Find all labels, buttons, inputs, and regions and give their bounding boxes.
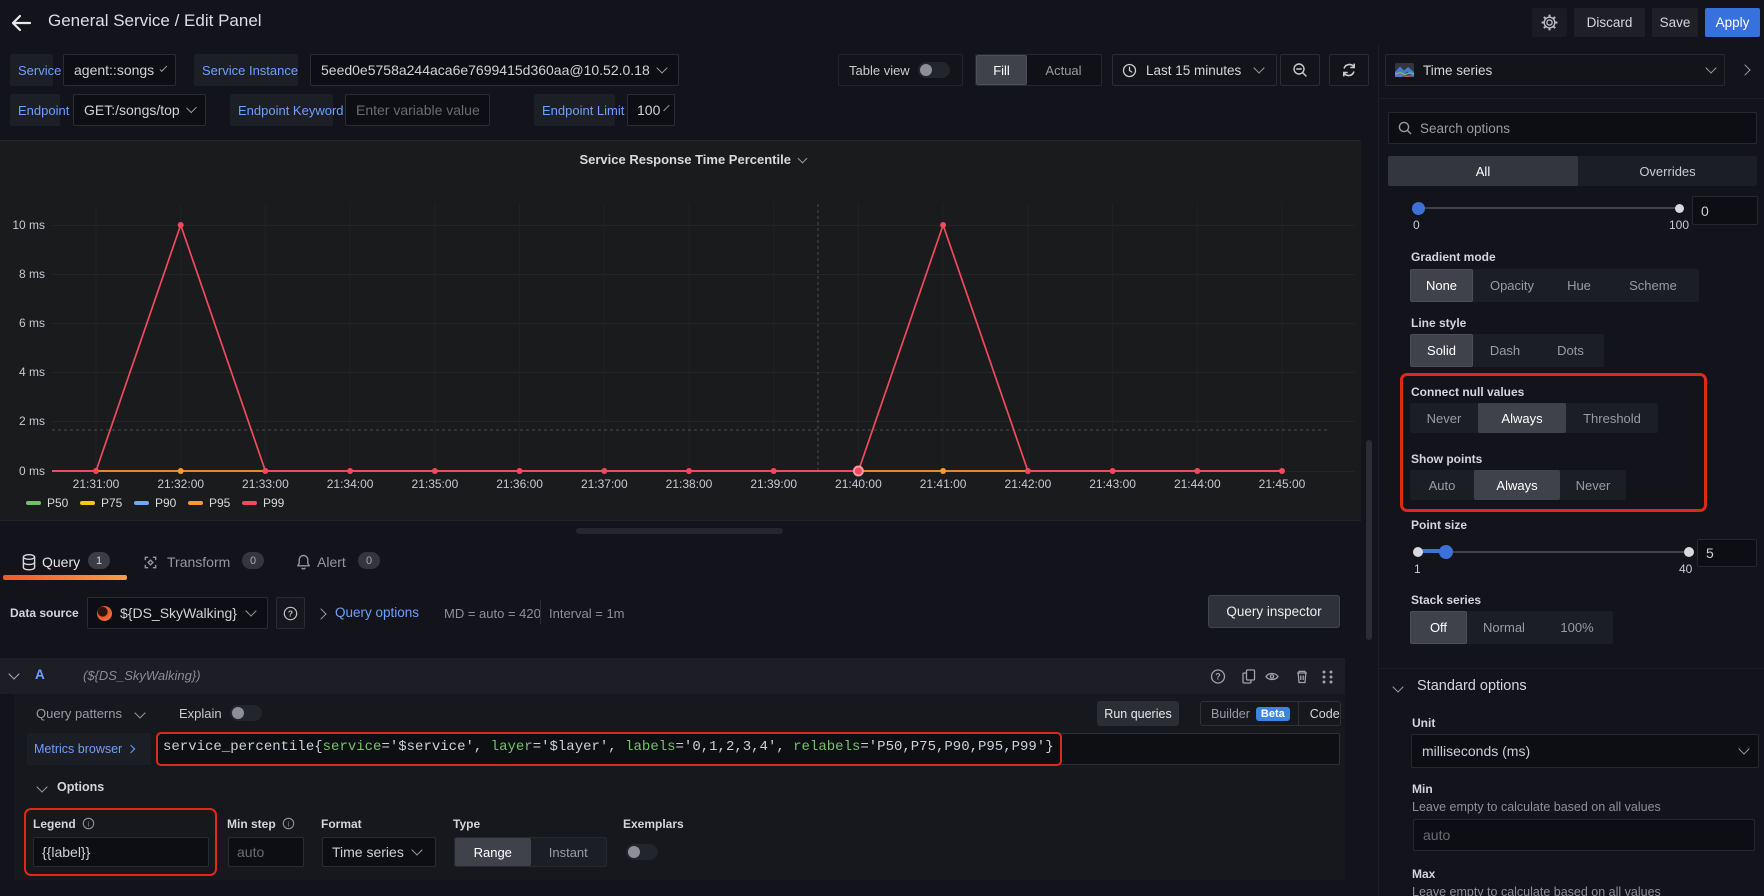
svg-text:?: ? (288, 608, 293, 618)
svg-text:4 ms: 4 ms (19, 365, 45, 379)
svg-text:21:37:00: 21:37:00 (581, 477, 628, 491)
svg-text:0 ms: 0 ms (19, 464, 45, 478)
svg-text:21:32:00: 21:32:00 (157, 477, 204, 491)
svg-text:21:45:00: 21:45:00 (1259, 477, 1306, 491)
svg-text:21:43:00: 21:43:00 (1089, 477, 1136, 491)
svg-text:P75: P75 (101, 496, 123, 510)
svg-text:21:36:00: 21:36:00 (496, 477, 543, 491)
svg-text:2 ms: 2 ms (19, 414, 45, 428)
svg-text:21:38:00: 21:38:00 (666, 477, 713, 491)
svg-text:21:42:00: 21:42:00 (1005, 477, 1052, 491)
svg-text:21:31:00: 21:31:00 (73, 477, 120, 491)
svg-text:P99: P99 (263, 496, 285, 510)
svg-text:10 ms: 10 ms (12, 218, 45, 232)
svg-text:P50: P50 (47, 496, 69, 510)
svg-text:P95: P95 (209, 496, 231, 510)
svg-text:21:39:00: 21:39:00 (750, 477, 797, 491)
svg-text:21:40:00: 21:40:00 (835, 477, 882, 491)
svg-text:i: i (288, 819, 290, 828)
svg-text:21:44:00: 21:44:00 (1174, 477, 1221, 491)
svg-text:21:35:00: 21:35:00 (412, 477, 459, 491)
svg-text:21:41:00: 21:41:00 (920, 477, 967, 491)
svg-text:21:33:00: 21:33:00 (242, 477, 289, 491)
svg-text:P90: P90 (155, 496, 177, 510)
svg-text:?: ? (1215, 672, 1221, 682)
svg-text:21:34:00: 21:34:00 (327, 477, 374, 491)
svg-text:8 ms: 8 ms (19, 267, 45, 281)
svg-text:6 ms: 6 ms (19, 316, 45, 330)
